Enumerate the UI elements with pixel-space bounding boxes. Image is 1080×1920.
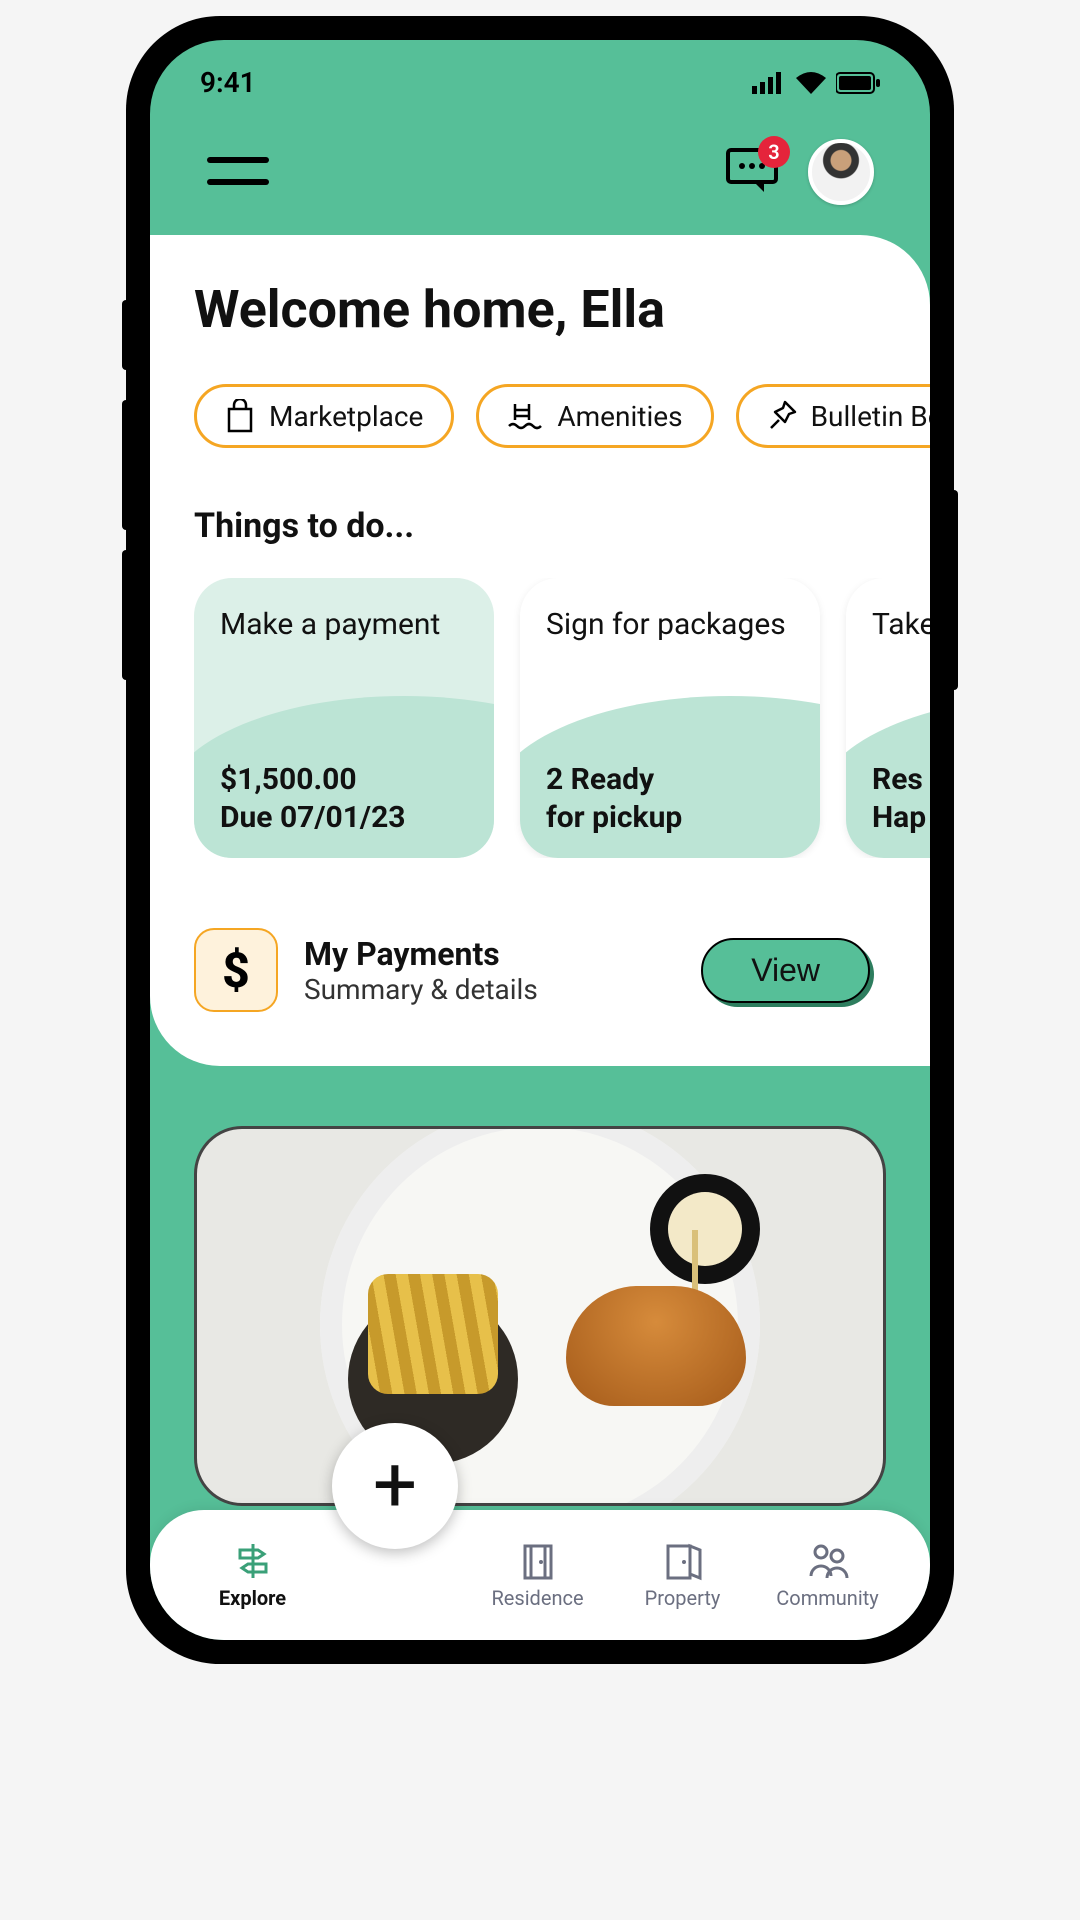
door-icon (517, 1540, 559, 1582)
chip-label: Amenities (557, 400, 682, 433)
avatar[interactable] (808, 139, 874, 205)
tab-property[interactable]: Property (610, 1540, 755, 1610)
phone-side-button (122, 400, 130, 530)
status-bar: 9:41 (150, 40, 930, 109)
quick-links-row[interactable]: Marketplace Amenities Bulletin Bo (194, 384, 930, 448)
tab-bar: Explore + Residence Property Community (150, 1510, 930, 1640)
messages-button[interactable]: 3 (726, 146, 780, 198)
things-title: Things to do... (194, 506, 930, 546)
todo-row[interactable]: Make a payment $1,500.00 Due 07/01/23 Si… (194, 578, 930, 858)
phone-side-button (122, 300, 130, 370)
pool-icon (507, 400, 543, 432)
chip-marketplace[interactable]: Marketplace (194, 384, 454, 448)
status-time: 9:41 (200, 66, 256, 99)
todo-card-payment[interactable]: Make a payment $1,500.00 Due 07/01/23 (194, 578, 494, 858)
phone-side-button (122, 550, 130, 680)
todo-body: Res Hap (872, 761, 930, 836)
view-button[interactable]: View (701, 938, 870, 1003)
tab-label: Residence (491, 1586, 583, 1610)
battery-icon (836, 72, 880, 94)
todo-title: Sign for packages (546, 606, 794, 644)
todo-line1: $1,500.00 (220, 761, 468, 799)
todo-line1: Res (872, 761, 930, 799)
todo-line1: 2 Ready (546, 761, 794, 799)
status-icons (752, 72, 880, 94)
tab-label: Property (645, 1586, 721, 1610)
app-header: 3 (150, 109, 930, 235)
tab-explore[interactable]: Explore (180, 1540, 325, 1610)
messages-badge: 3 (758, 136, 790, 168)
todo-line2: Due 07/01/23 (220, 799, 468, 837)
fab-button[interactable]: + (332, 1423, 458, 1549)
todo-body: 2 Ready for pickup (546, 761, 794, 836)
payments-subtitle: Summary & details (304, 973, 675, 1006)
people-icon (807, 1540, 849, 1582)
tab-label: Community (776, 1586, 878, 1610)
burger-graphic (566, 1286, 746, 1406)
chip-amenities[interactable]: Amenities (476, 384, 713, 448)
chip-bulletin[interactable]: Bulletin Bo (736, 384, 930, 448)
header-actions: 3 (726, 139, 874, 205)
dollar-icon: $ (194, 928, 278, 1012)
payments-text: My Payments Summary & details (304, 935, 675, 1006)
menu-icon[interactable] (206, 150, 270, 194)
signpost-icon (232, 1540, 274, 1582)
chip-label: Marketplace (269, 400, 423, 433)
chip-label: Bulletin Bo (811, 400, 930, 433)
main-card: Welcome home, Ella Marketplace Amenities… (150, 235, 930, 1066)
todo-title: Make a payment (220, 606, 468, 644)
tab-label: Explore (219, 1586, 286, 1610)
wifi-icon (796, 72, 826, 94)
payments-row: $ My Payments Summary & details View (194, 928, 930, 1012)
todo-line2: for pickup (546, 799, 794, 837)
phone-frame: 9:41 3 Welcome home, Ella (130, 20, 950, 1660)
todo-line2: Hap (872, 799, 930, 837)
pin-icon (767, 400, 797, 432)
tab-residence[interactable]: Residence (465, 1540, 610, 1610)
open-door-icon (662, 1540, 704, 1582)
sauce-graphic (650, 1174, 760, 1284)
feature-image-card[interactable] (194, 1126, 886, 1506)
screen: 9:41 3 Welcome home, Ella (150, 40, 930, 1640)
todo-title: Take surv (872, 606, 930, 644)
signal-icon (752, 72, 786, 94)
todo-card-survey[interactable]: Take surv Res Hap (846, 578, 930, 858)
todo-card-packages[interactable]: Sign for packages 2 Ready for pickup (520, 578, 820, 858)
phone-side-button (950, 490, 958, 690)
payments-title: My Payments (304, 935, 675, 973)
plus-icon: + (373, 1447, 417, 1525)
bag-icon (225, 399, 255, 433)
tab-community[interactable]: Community (755, 1540, 900, 1610)
todo-body: $1,500.00 Due 07/01/23 (220, 761, 468, 836)
welcome-heading: Welcome home, Ella (194, 279, 930, 340)
